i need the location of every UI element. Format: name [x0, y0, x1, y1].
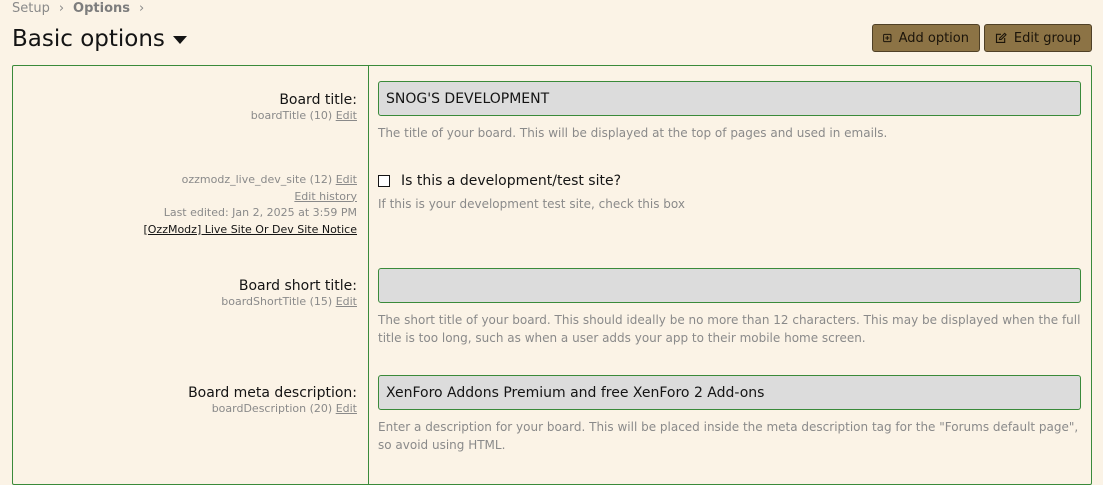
option-edit-link[interactable]: Edit: [336, 173, 357, 186]
option-hint: If this is your development test site, c…: [378, 197, 685, 211]
board-title-input[interactable]: SNOG'S DEVELOPMENT: [378, 81, 1081, 116]
breadcrumb-setup[interactable]: Setup: [12, 1, 50, 16]
option-meta: boardTitle (10) Edit: [27, 108, 357, 125]
edit-group-button[interactable]: Edit group: [984, 24, 1092, 52]
option-edit-link[interactable]: Edit: [336, 402, 357, 415]
column-divider: [368, 66, 369, 484]
breadcrumb: Setup › Options ›: [12, 0, 153, 16]
add-option-label: Add option: [898, 30, 969, 46]
add-option-button[interactable]: Add option: [872, 24, 980, 52]
option-edit-link[interactable]: Edit: [336, 109, 357, 122]
option-label: Board short title:: [238, 278, 357, 294]
option-meta: ozzmodz_live_dev_site (12) Edit: [27, 172, 357, 189]
addon-link[interactable]: [OzzModz] Live Site Or Dev Site Notice: [143, 223, 357, 236]
option-meta: boardShortTitle (15) Edit: [27, 294, 357, 311]
page-title[interactable]: Basic options: [12, 26, 187, 52]
option-hint: The title of your board. This will be di…: [378, 126, 888, 140]
board-meta-description-input[interactable]: XenForo Addons Premium and free XenForo …: [378, 375, 1081, 410]
edit-icon: [995, 32, 1007, 44]
option-id: boardTitle (10): [250, 109, 333, 122]
board-short-title-input[interactable]: [378, 268, 1081, 303]
option-edit-link[interactable]: Edit: [336, 295, 357, 308]
option-id: ozzmodz_live_dev_site (12): [181, 173, 333, 186]
option-id: boardShortTitle (15): [221, 295, 333, 308]
option-label: Board meta description:: [188, 385, 357, 401]
checkbox-label[interactable]: Is this a development/test site?: [401, 173, 621, 189]
caret-down-icon: [172, 36, 187, 44]
option-id: boardDescription (20): [211, 402, 333, 415]
edit-group-label: Edit group: [1013, 30, 1081, 46]
chevron-right-icon: ›: [58, 0, 65, 16]
chevron-right-icon: ›: [139, 0, 145, 16]
dev-site-checkbox[interactable]: [378, 175, 390, 187]
dev-site-checkbox-row[interactable]: Is this a development/test site?: [378, 173, 1081, 189]
page-title-text: Basic options: [12, 26, 165, 52]
option-meta: boardDescription (20) Edit: [27, 401, 357, 418]
breadcrumb-options[interactable]: Options: [73, 1, 130, 16]
last-edited-text: Last edited: Jan 2, 2025 at 3:59 PM: [163, 206, 357, 219]
option-label: Board title:: [279, 92, 357, 108]
edit-history-link[interactable]: Edit history: [294, 190, 357, 203]
option-hint: Enter a description for your board. This…: [378, 420, 1079, 452]
option-hint: The short title of your board. This shou…: [378, 313, 1081, 345]
options-panel: Board title: boardTitle (10) Edit SNOG'S…: [12, 65, 1092, 485]
plus-square-icon: [883, 33, 892, 43]
